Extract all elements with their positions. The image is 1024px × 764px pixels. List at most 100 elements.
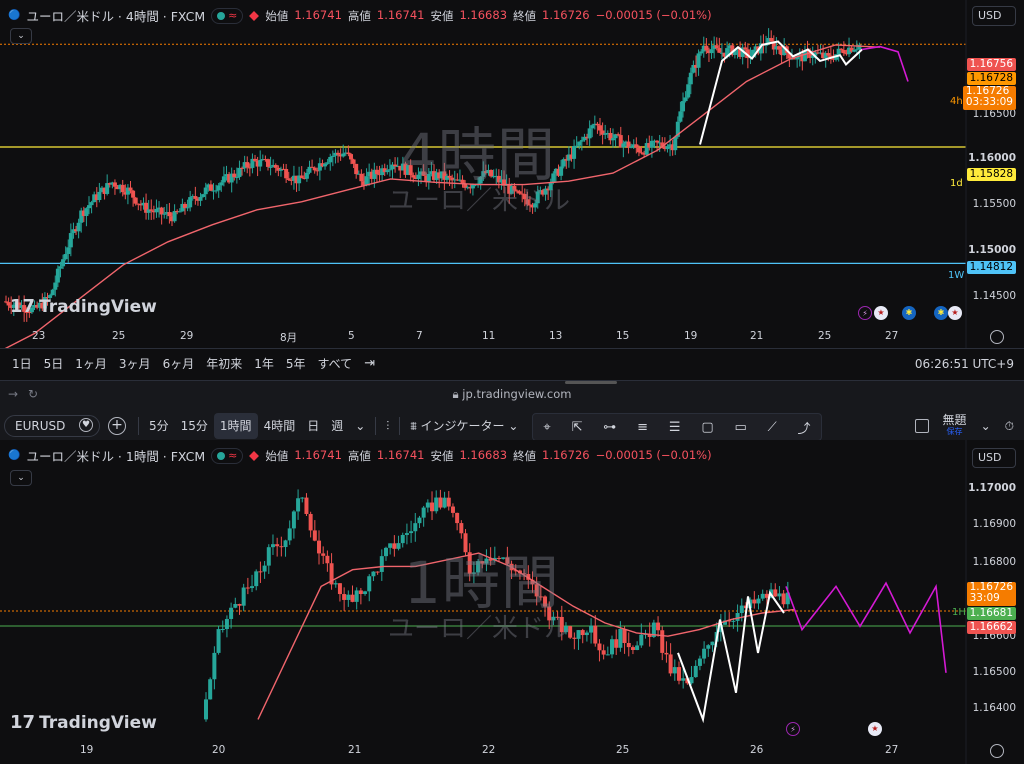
- candle-body: [120, 184, 125, 193]
- drag-handle[interactable]: [565, 381, 617, 384]
- layout-checkbox-icon[interactable]: [914, 419, 929, 433]
- flag-marker-icon[interactable]: [249, 10, 260, 21]
- range-3m[interactable]: 3ヶ月: [119, 355, 151, 372]
- clock[interactable]: 06:26:51 UTC+9: [915, 357, 1014, 371]
- indicators-button[interactable]: ⩩ インジケーター ⌄: [404, 413, 524, 439]
- candle-body: [224, 618, 229, 629]
- candle-body: [442, 497, 447, 508]
- interval-week[interactable]: 週: [325, 413, 349, 439]
- callout-icon[interactable]: ▭: [734, 420, 746, 435]
- horizontal-ray-icon[interactable]: ⊶: [603, 420, 616, 435]
- low-label: 安値: [430, 8, 454, 23]
- candle-body: [89, 202, 94, 206]
- candle-body: [676, 667, 681, 681]
- top-currency-select[interactable]: USD: [972, 6, 1016, 26]
- trendline-labels-icon[interactable]: ⇱: [572, 420, 583, 435]
- candle-body: [328, 156, 333, 163]
- candle-body: [351, 159, 356, 164]
- interval-5m[interactable]: 5分: [143, 413, 175, 439]
- bottom-axis-settings-gear-icon[interactable]: [990, 744, 1004, 758]
- candle-body: [697, 658, 702, 666]
- parallel-channel-icon[interactable]: ≡: [637, 420, 648, 435]
- top-price-tick: 1.15500: [972, 198, 1016, 210]
- candle-body: [208, 679, 213, 700]
- candle-body: [710, 641, 715, 646]
- range-1d[interactable]: 1日: [12, 355, 32, 372]
- eu-flag-event-icon[interactable]: ✱: [934, 306, 948, 320]
- bottom-currency-select[interactable]: USD: [972, 448, 1016, 468]
- interval-4h[interactable]: 4時間: [258, 413, 302, 439]
- candle-body: [743, 47, 748, 50]
- candle-body: [58, 266, 63, 269]
- candle-body: [254, 571, 259, 587]
- interval-1h[interactable]: 1時間: [213, 413, 258, 439]
- rectangle-icon[interactable]: ▢: [701, 420, 713, 435]
- eu-flag-event-icon[interactable]: ✱: [902, 306, 916, 320]
- candle-body: [714, 45, 719, 49]
- candle-body: [598, 125, 603, 131]
- favorite-heart-icon[interactable]: ♥: [79, 418, 93, 432]
- layout-name-text: 無題: [942, 413, 967, 427]
- candle-body: [112, 182, 117, 187]
- candle-body: [241, 587, 246, 606]
- range-5y[interactable]: 5年: [286, 355, 306, 372]
- top-chart-pane[interactable]: 🔵 ユーロ／米ドル · 4時間 · FXCM ≈ 始値 1.16741 高値 1.1…: [0, 0, 1024, 380]
- toolbar-divider: [138, 417, 139, 435]
- candle-body: [296, 498, 301, 512]
- candle-body: [346, 152, 351, 155]
- goto-date-calendar-icon[interactable]: ⇥: [364, 356, 375, 371]
- top-tag-high: 1.16756: [966, 58, 1016, 71]
- candle-body: [131, 190, 136, 198]
- add-symbol-plus-icon[interactable]: +: [108, 417, 126, 435]
- top-status-pill[interactable]: ≈: [211, 7, 244, 24]
- bottom-symbol-title[interactable]: ユーロ／米ドル · 1時間 · FXCM: [26, 446, 205, 465]
- bottom-x-tick: 27: [885, 744, 899, 756]
- alert-clock-icon[interactable]: ⏱: [1005, 419, 1014, 434]
- toolbar-divider: [399, 417, 401, 435]
- top-collapse-chevron-icon[interactable]: ⌄: [10, 28, 32, 44]
- low-label: 安値: [430, 448, 454, 463]
- us-flag-event-icon[interactable]: ★: [868, 722, 882, 736]
- address-bar[interactable]: 🔒︎ jp.tradingview.com: [0, 387, 1024, 402]
- range-1y[interactable]: 1年: [254, 355, 274, 372]
- interval-dropdown-chevron-icon[interactable]: ⌄: [349, 413, 371, 439]
- range-1m[interactable]: 1ヶ月: [75, 355, 107, 372]
- range-all[interactable]: すべて: [318, 355, 353, 372]
- interval-15m[interactable]: 15分: [175, 413, 214, 439]
- layout-name[interactable]: 無題 保存: [942, 413, 967, 437]
- flag-marker-icon[interactable]: [249, 450, 260, 461]
- high-value: 1.16741: [376, 7, 425, 22]
- candle-body: [610, 138, 615, 141]
- path-tool-icon[interactable]: ⤴: [798, 418, 811, 437]
- candle-body: [359, 173, 364, 182]
- line-tool-icon[interactable]: ⟋: [768, 420, 777, 435]
- economic-event-icon[interactable]: ⚡: [858, 306, 872, 320]
- bottom-chart-pane[interactable]: 🔵 ユーロ／米ドル · 1時間 · FXCM ≈ 始値 1.16741 高値 1.1…: [0, 440, 1024, 764]
- lock-icon: 🔒︎: [452, 387, 463, 401]
- economic-event-icon[interactable]: ⚡: [786, 722, 800, 736]
- us-flag-event-icon[interactable]: ★: [948, 306, 962, 320]
- candle-body: [203, 187, 208, 195]
- range-6m[interactable]: 6ヶ月: [163, 355, 195, 372]
- top-price-tick: 1.14500: [972, 290, 1016, 302]
- candle-body: [188, 197, 193, 208]
- bottom-status-pill[interactable]: ≈: [211, 447, 244, 464]
- layout-dropdown-chevron-icon[interactable]: ⌄: [981, 419, 991, 433]
- range-5d[interactable]: 5日: [44, 355, 64, 372]
- top-symbol-title[interactable]: ユーロ／米ドル · 4時間 · FXCM: [26, 6, 205, 25]
- candle-body: [323, 163, 328, 167]
- bottom-collapse-chevron-icon[interactable]: ⌄: [10, 470, 32, 486]
- top-axis-settings-gear-icon[interactable]: [990, 330, 1004, 344]
- approx-icon: ≈: [228, 9, 238, 22]
- candle-body: [273, 164, 278, 168]
- candle-body: [172, 211, 177, 222]
- symbol-search[interactable]: EURUSD ♥: [4, 415, 100, 437]
- interval-day[interactable]: 日: [301, 413, 325, 439]
- candle-type-icon[interactable]: ⫶: [380, 413, 395, 439]
- top-level-label-1d: 1d: [950, 178, 963, 189]
- crosshair-icon[interactable]: ⌖: [543, 420, 550, 435]
- range-ytd[interactable]: 年初来: [206, 355, 242, 372]
- fib-retracement-icon[interactable]: ☰: [669, 420, 681, 435]
- us-flag-event-icon[interactable]: ★: [874, 306, 888, 320]
- bottom-level-label-1h: 1H: [952, 607, 966, 618]
